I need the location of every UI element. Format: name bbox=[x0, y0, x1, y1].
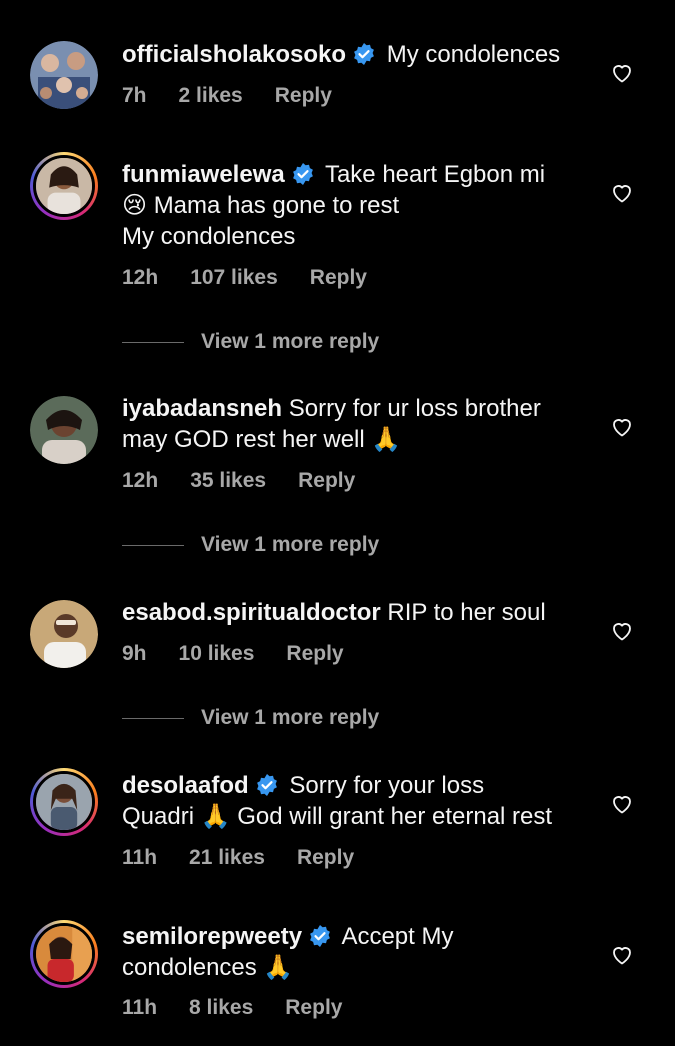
comment-time: 12h bbox=[122, 469, 159, 492]
comment-time: 9h bbox=[122, 642, 147, 665]
comment-text: esabod.spiritualdoctor RIP to her soul bbox=[122, 597, 592, 628]
view-more-replies-label: View 1 more reply bbox=[201, 706, 380, 729]
likes-count[interactable]: 2 likes bbox=[179, 84, 243, 107]
comment-time: 7h bbox=[122, 84, 147, 107]
comment-text: desolaafod Sorry for your loss Quadri 🙏 … bbox=[122, 770, 592, 832]
divider bbox=[122, 717, 184, 719]
view-more-replies[interactable]: View 1 more reply bbox=[122, 706, 379, 730]
verified-badge-icon bbox=[256, 774, 277, 796]
comment-line: may GOD rest her well 🙏 bbox=[122, 426, 402, 453]
heart-outline-icon[interactable] bbox=[610, 415, 634, 439]
likes-count[interactable]: 21 likes bbox=[189, 846, 265, 869]
comment-line: 😢 Mama has gone to rest bbox=[122, 192, 400, 219]
comment-line: My condolences bbox=[122, 223, 296, 250]
likes-count[interactable]: 107 likes bbox=[190, 266, 278, 289]
view-more-replies[interactable]: View 1 more reply bbox=[122, 533, 379, 557]
verified-badge-icon bbox=[310, 925, 330, 947]
comment-line: Sorry for your loss bbox=[289, 772, 485, 799]
username[interactable]: semilorepweety bbox=[122, 923, 302, 950]
username[interactable]: iyabadansneh bbox=[122, 395, 282, 422]
avatar[interactable] bbox=[30, 41, 98, 109]
comment-meta: 9h 10 likes Reply bbox=[122, 642, 376, 666]
reply-button[interactable]: Reply bbox=[310, 266, 367, 289]
comment-text: funmiawelewa Take heart Egbon mi 😢 Mama … bbox=[122, 159, 592, 252]
comment-line: condolences 🙏 bbox=[122, 954, 294, 981]
comment-line: RIP to her soul bbox=[387, 599, 546, 626]
comment-line: Take heart Egbon mi bbox=[324, 161, 546, 188]
username[interactable]: esabod.spiritualdoctor bbox=[122, 599, 381, 626]
comment-text: semilorepweety Accept My condolences 🙏 bbox=[122, 921, 592, 983]
comment-meta: 12h 107 likes Reply bbox=[122, 266, 399, 290]
username[interactable]: funmiawelewa bbox=[122, 161, 285, 188]
divider bbox=[122, 341, 184, 343]
heart-outline-icon[interactable] bbox=[610, 181, 634, 205]
verified-badge-icon bbox=[354, 43, 374, 65]
heart-outline-icon[interactable] bbox=[610, 943, 634, 967]
comment-time: 11h bbox=[122, 996, 158, 1019]
view-more-replies-label: View 1 more reply bbox=[201, 533, 380, 556]
likes-count[interactable]: 10 likes bbox=[179, 642, 255, 665]
avatar[interactable] bbox=[30, 396, 98, 464]
likes-count[interactable]: 35 likes bbox=[190, 469, 266, 492]
comment-line: Sorry for ur loss brother bbox=[288, 395, 541, 422]
reply-button[interactable]: Reply bbox=[298, 469, 355, 492]
comment-text: iyabadansneh Sorry for ur loss brother m… bbox=[122, 393, 592, 455]
comment-text: officialsholakosoko My condolences bbox=[122, 39, 592, 70]
comment-line: Accept My bbox=[341, 923, 454, 950]
avatar[interactable] bbox=[30, 768, 98, 836]
comment-time: 11h bbox=[122, 846, 158, 869]
comment-line: My condolences bbox=[386, 41, 561, 68]
view-more-replies[interactable]: View 1 more reply bbox=[122, 330, 379, 354]
username[interactable]: officialsholakosoko bbox=[122, 41, 346, 68]
comment-line: Quadri 🙏 God will grant her eternal rest bbox=[122, 803, 553, 830]
divider bbox=[122, 544, 184, 546]
comment-meta: 7h 2 likes Reply bbox=[122, 84, 364, 108]
view-more-replies-label: View 1 more reply bbox=[201, 330, 380, 353]
heart-outline-icon[interactable] bbox=[610, 792, 634, 816]
avatar[interactable] bbox=[30, 920, 98, 988]
heart-outline-icon[interactable] bbox=[610, 61, 634, 85]
reply-button[interactable]: Reply bbox=[275, 84, 332, 107]
comment-meta: 11h 21 likes Reply bbox=[122, 846, 386, 870]
reply-button[interactable]: Reply bbox=[297, 846, 354, 869]
heart-outline-icon[interactable] bbox=[610, 619, 634, 643]
reply-button[interactable]: Reply bbox=[286, 642, 343, 665]
avatar[interactable] bbox=[30, 600, 98, 668]
verified-badge-icon bbox=[292, 163, 313, 185]
avatar[interactable] bbox=[30, 152, 98, 220]
likes-count[interactable]: 8 likes bbox=[189, 996, 253, 1019]
comment-meta: 12h 35 likes Reply bbox=[122, 469, 387, 493]
comment-time: 12h bbox=[122, 266, 159, 289]
username[interactable]: desolaafod bbox=[122, 772, 249, 799]
comment-meta: 11h 8 likes Reply bbox=[122, 996, 374, 1020]
reply-button[interactable]: Reply bbox=[285, 996, 342, 1019]
